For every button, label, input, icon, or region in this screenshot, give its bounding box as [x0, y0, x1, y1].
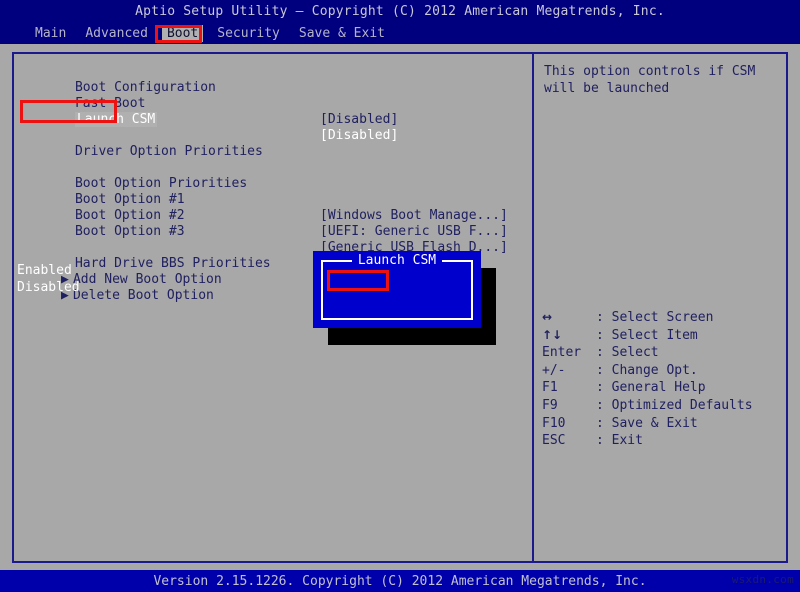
key-legend-row: F9: Optimized Defaults: [542, 397, 782, 415]
key-action: Select Item: [612, 328, 698, 343]
key-sep: :: [596, 398, 612, 413]
help-description: This option controls if CSM will be laun…: [544, 63, 780, 97]
key-sep: :: [596, 310, 612, 325]
app-title: Aptio Setup Utility – Copyright (C) 2012…: [135, 4, 665, 19]
launch-csm-dialog: Launch CSM: [313, 251, 481, 328]
key-sep: :: [596, 416, 612, 431]
key-action: Select: [612, 345, 659, 360]
title-bar: Aptio Setup Utility – Copyright (C) 2012…: [0, 0, 800, 22]
label-launch-csm: Launch CSM: [75, 112, 157, 127]
dialog-option-enabled-row[interactable]: Enabled: [17, 262, 157, 279]
key-sep: :: [596, 345, 612, 360]
tab-save-exit[interactable]: Save & Exit: [294, 25, 390, 42]
key-legend-row: F10: Save & Exit: [542, 415, 782, 433]
row-fast-boot[interactable]: Fast Boot [Disabled]: [28, 80, 518, 96]
tab-security[interactable]: Security: [212, 25, 285, 42]
bios-setup-screen: Aptio Setup Utility – Copyright (C) 2012…: [0, 0, 800, 592]
version-text: Version 2.15.1226. Copyright (C) 2012 Am…: [153, 574, 646, 589]
key-sep: :: [596, 363, 612, 378]
key-plus-minus: +/-: [542, 362, 596, 380]
menu-bar: Main Advanced Boot Security Save & Exit: [0, 22, 800, 44]
key-f10: F10: [542, 415, 596, 433]
status-bar: Version 2.15.1226. Copyright (C) 2012 Am…: [0, 570, 800, 592]
watermark: wsxdn.com: [732, 573, 794, 586]
tab-advanced[interactable]: Advanced: [80, 25, 153, 42]
left-right-arrow-icon: ↔: [542, 309, 596, 327]
dialog-border: [321, 260, 473, 320]
key-sep: :: [596, 328, 612, 343]
key-legend-row: Enter: Select: [542, 344, 782, 362]
row-boot-configuration: Boot Configuration: [28, 64, 518, 80]
dialog-title: Launch CSM: [352, 253, 442, 268]
key-action: Change Opt.: [612, 363, 698, 378]
key-action: Optimized Defaults: [612, 398, 753, 413]
dialog-option-enabled[interactable]: Enabled: [17, 263, 72, 278]
value-boot-option-2[interactable]: [UEFI: Generic USB F...]: [320, 224, 508, 240]
tab-main[interactable]: Main: [30, 25, 71, 42]
key-legend-row: ↑↓: Select Item: [542, 327, 782, 345]
row-boot-option-priorities: Boot Option Priorities: [28, 160, 518, 176]
key-sep: :: [596, 380, 612, 395]
key-legend-row: F1: General Help: [542, 379, 782, 397]
key-f9: F9: [542, 397, 596, 415]
dialog-title-wrap: Launch CSM: [313, 260, 481, 261]
key-action: Save & Exit: [612, 416, 698, 431]
label-boot-option-3: Boot Option #3: [75, 224, 185, 239]
row-driver-option-priorities: Driver Option Priorities: [28, 128, 518, 144]
key-enter: Enter: [542, 344, 596, 362]
key-sep: :: [596, 433, 612, 448]
value-fast-boot[interactable]: [Disabled]: [320, 112, 398, 128]
row-launch-csm[interactable]: Launch CSM [Disabled]: [28, 96, 518, 112]
key-action: Exit: [612, 433, 643, 448]
key-f1: F1: [542, 379, 596, 397]
key-legend-row: +/-: Change Opt.: [542, 362, 782, 380]
key-legend-row: ESC: Exit: [542, 432, 782, 450]
key-action: Select Screen: [612, 310, 714, 325]
key-legend-row: ↔: Select Screen: [542, 309, 782, 327]
row-boot-option-1[interactable]: Boot Option #1 [Windows Boot Manage...]: [28, 176, 518, 192]
row-boot-option-2[interactable]: Boot Option #2 [UEFI: Generic USB F...]: [28, 192, 518, 208]
label-driver-option-priorities: Driver Option Priorities: [75, 144, 263, 159]
tab-boot[interactable]: Boot: [162, 25, 203, 42]
key-legend: ↔: Select Screen ↑↓: Select Item Enter: …: [542, 309, 782, 450]
dialog-option-disabled[interactable]: Disabled: [17, 279, 157, 296]
up-down-arrow-icon: ↑↓: [542, 327, 596, 345]
help-panel: [532, 52, 788, 563]
key-action: General Help: [612, 380, 706, 395]
key-esc: ESC: [542, 432, 596, 450]
dialog-option-list: Enabled Disabled: [17, 262, 157, 296]
row-boot-option-3[interactable]: Boot Option #3 [Generic USB Flash D...]: [28, 208, 518, 224]
